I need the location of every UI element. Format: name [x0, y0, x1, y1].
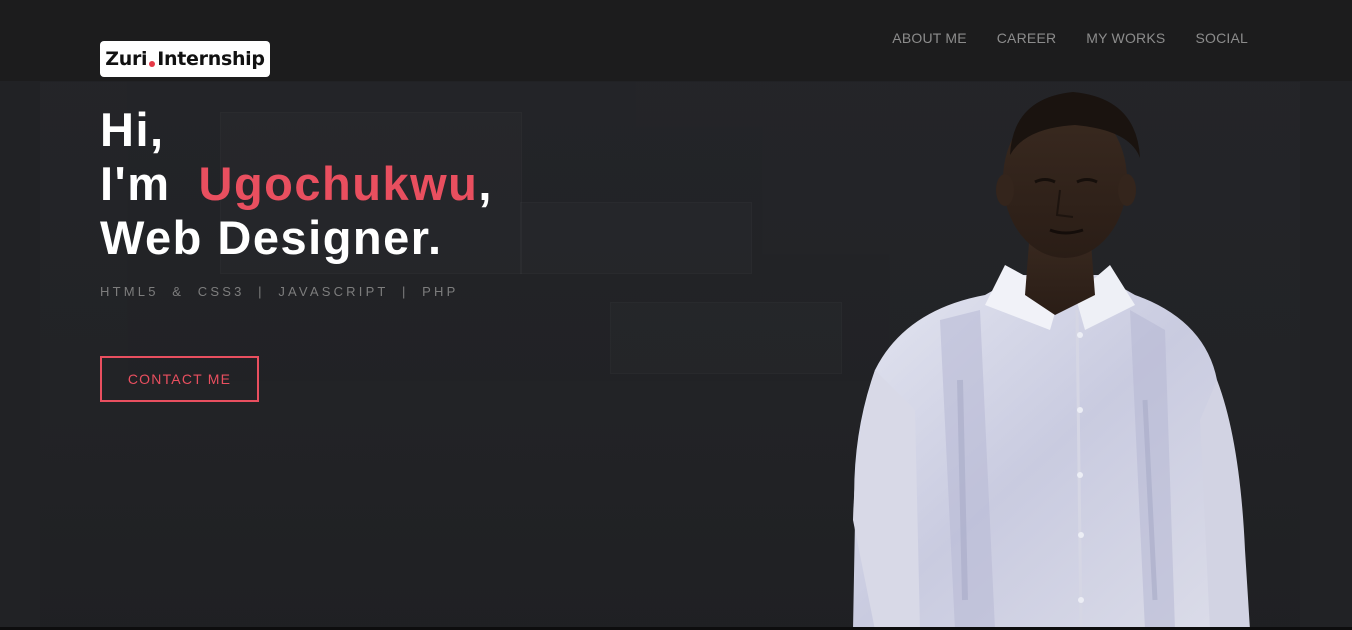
hero-heading: Hi, I'm Ugochukwu, Web Designer. [100, 103, 493, 265]
portrait-photo [853, 92, 1250, 630]
hero-intro: I'm [100, 157, 171, 210]
hero-name-comma: , [478, 157, 493, 210]
nav-link-my-works[interactable]: MY WORKS [1086, 30, 1165, 46]
hero-name-line: I'm Ugochukwu, [100, 157, 493, 211]
hero-greeting: Hi, [100, 103, 165, 156]
hero-name: Ugochukwu [198, 157, 479, 210]
hero-role: Web Designer. [100, 211, 443, 264]
skills-list: HTML5 & CSS3 | JAVASCRIPT | PHP [100, 284, 459, 299]
page: Zuri Internship ABOUT ME CAREER MY WORKS… [0, 0, 1352, 630]
nav-link-social[interactable]: SOCIAL [1195, 30, 1248, 46]
nav-link-about-me[interactable]: ABOUT ME [892, 30, 966, 46]
background-panel [610, 302, 842, 374]
main-nav: ABOUT ME CAREER MY WORKS SOCIAL [892, 30, 1248, 46]
logo-text-internship: Internship [157, 48, 265, 70]
nav-link-career[interactable]: CAREER [997, 30, 1057, 46]
logo-dot-icon [149, 61, 156, 67]
background-panel [520, 202, 752, 274]
top-navigation-bar: Zuri Internship ABOUT ME CAREER MY WORKS… [0, 0, 1352, 81]
logo-text-zuri: Zuri [105, 48, 148, 70]
logo[interactable]: Zuri Internship [100, 41, 270, 77]
contact-me-button[interactable]: CONTACT ME [100, 356, 259, 402]
